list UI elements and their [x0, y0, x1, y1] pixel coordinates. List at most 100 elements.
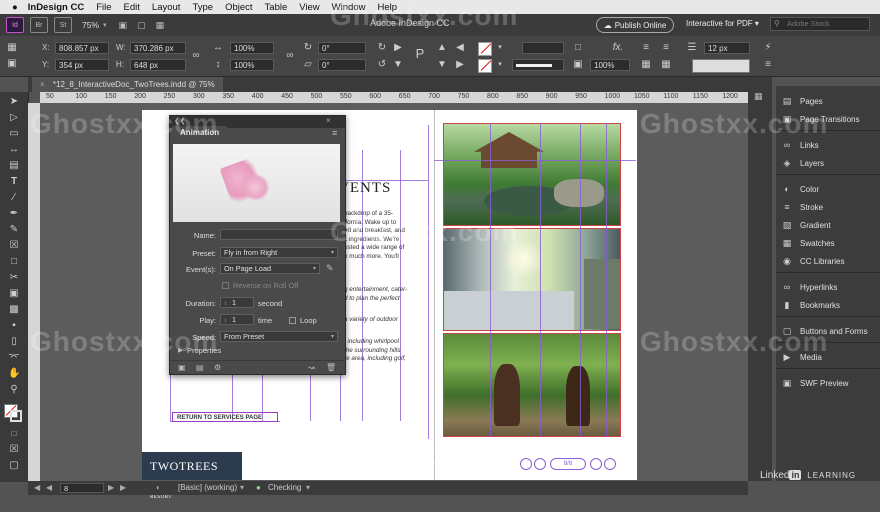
align-left-icon[interactable]: ≡	[640, 42, 652, 54]
first-page-button[interactable]	[520, 458, 532, 470]
flip-vertical-icon[interactable]: ▼	[392, 59, 404, 71]
publish-online-button[interactable]: ☁ Publish Online	[596, 17, 674, 33]
quick-apply-icon[interactable]: ⚡	[762, 42, 774, 54]
scissors-tool-icon[interactable]: ✂	[8, 272, 20, 284]
menu-type[interactable]: Type	[192, 2, 213, 13]
adobe-stock-search-input[interactable]: Adobe Stock	[770, 17, 870, 31]
link-scale-icon[interactable]: ∞	[284, 50, 296, 62]
apply-none-icon[interactable]: ☒	[8, 444, 20, 456]
fill-dropdown-icon[interactable]: ▾	[494, 42, 506, 54]
delete-icon[interactable]: 🗑	[326, 363, 336, 372]
flip-horizontal-icon[interactable]: ▶	[392, 42, 404, 54]
panel-tab-hyperlinks[interactable]: ∞ Hyperlinks	[776, 280, 880, 295]
timing-panel-icon[interactable]: ▤	[196, 363, 204, 372]
menu-table[interactable]: Table	[265, 2, 288, 13]
height-field[interactable]: 648 px	[130, 59, 186, 71]
workspace-switcher[interactable]: Interactive for PDF ▾	[686, 19, 759, 28]
gap-tool-icon[interactable]: ↔	[8, 144, 20, 156]
gradient-swatch-tool-icon[interactable]: ▩	[8, 304, 20, 316]
chevron-down-icon[interactable]: ▾	[306, 483, 310, 492]
scale-y-field[interactable]: 100%	[230, 59, 274, 71]
rectangle-tool-icon[interactable]: □	[8, 256, 20, 268]
photo-horseback-riders[interactable]	[443, 333, 621, 437]
eyedropper-tool-icon[interactable]: ⌤	[8, 352, 20, 364]
x-position-field[interactable]: 808.857 px	[55, 42, 109, 54]
stroke-type-dropdown[interactable]	[512, 59, 564, 71]
apple-menu-icon[interactable]: ●	[12, 2, 18, 13]
close-tab-icon[interactable]: ×	[40, 80, 45, 89]
content-collector-icon[interactable]: ▤	[8, 160, 20, 172]
note-tool-icon[interactable]: ▯	[8, 336, 20, 348]
name-input[interactable]	[220, 229, 338, 240]
rotation-angle-field[interactable]: 0°	[318, 42, 366, 54]
arrange-documents-icon[interactable]: ▦	[156, 20, 165, 31]
panel-tab-layers[interactable]: ◈ Layers	[776, 156, 880, 171]
effects-icon[interactable]: □	[572, 42, 584, 54]
hand-tool-icon[interactable]: ✋	[8, 368, 20, 380]
menu-edit[interactable]: Edit	[124, 2, 140, 13]
gradient-feather-tool-icon[interactable]: ▪	[8, 320, 20, 332]
frame-options-icon[interactable]: ▣	[6, 58, 18, 70]
motion-path-icon[interactable]: ↝	[308, 363, 315, 372]
close-panel-icon[interactable]: ×	[326, 116, 331, 125]
app-menu[interactable]: InDesign CC	[28, 2, 84, 13]
opacity-field[interactable]: 100%	[590, 59, 630, 71]
panel-tab-pages[interactable]: ▤ Pages	[776, 94, 880, 109]
last-page-button[interactable]	[604, 458, 616, 470]
speed-dropdown[interactable]: From Preset ▾	[220, 331, 338, 342]
select-previous-icon[interactable]: ◀	[454, 42, 466, 54]
stroke-swatch[interactable]	[478, 59, 492, 73]
fill-swatch[interactable]	[478, 42, 492, 56]
scale-x-field[interactable]: 100%	[230, 42, 274, 54]
menu-file[interactable]: File	[96, 2, 111, 13]
fx-icon[interactable]: fx.	[612, 42, 624, 54]
rotate-90-ccw-icon[interactable]: ↺	[376, 59, 388, 71]
previous-page-button[interactable]	[534, 458, 546, 470]
panel-tab-swf-preview[interactable]: ▣ SWF Preview	[776, 376, 880, 391]
line-tool-icon[interactable]: ∕	[8, 192, 20, 204]
preflight-profile[interactable]: [Basic] (working)	[178, 483, 237, 492]
convert-to-motion-path-icon[interactable]: ⚙	[214, 363, 221, 372]
stroke-dropdown-icon[interactable]: ▾	[494, 59, 506, 71]
zoom-level[interactable]: 75%	[82, 20, 99, 30]
document-tab[interactable]: × *12_8_InteractiveDoc_TwoTrees.indd @ 7…	[32, 77, 223, 92]
zoom-dropdown-icon[interactable]: ▾	[103, 21, 107, 29]
screen-mode-icon[interactable]: ▢	[137, 20, 146, 31]
preset-dropdown[interactable]: Fly in from Right ▾	[220, 247, 338, 258]
previous-page-nav-icon[interactable]: ◀	[46, 483, 52, 492]
constrain-proportions-icon[interactable]: ∞	[190, 50, 202, 62]
panel-menu-icon[interactable]: ≡	[762, 59, 774, 71]
rectangle-frame-tool-icon[interactable]: ☒	[8, 240, 20, 252]
menu-object[interactable]: Object	[225, 2, 252, 13]
stroke-weight-field[interactable]	[522, 42, 564, 54]
shear-angle-field[interactable]: 0°	[318, 59, 366, 71]
zoom-tool-icon[interactable]: ⚲	[8, 384, 20, 396]
events-dropdown[interactable]: On Page Load ▾	[220, 263, 320, 274]
selection-tool-icon[interactable]: ➤	[8, 96, 20, 108]
bridge-button[interactable]: Br	[30, 17, 48, 33]
stock-button[interactable]: St	[54, 17, 72, 33]
type-tool-icon[interactable]: T	[8, 176, 20, 188]
text-wrap-icon[interactable]: ▦	[640, 59, 652, 71]
pencil-tool-icon[interactable]: ✎	[8, 224, 20, 236]
panel-tab-swatches[interactable]: ▦ Swatches	[776, 236, 880, 251]
menu-layout[interactable]: Layout	[152, 2, 181, 13]
width-field[interactable]: 370.286 px	[130, 42, 186, 54]
page-number-field[interactable]: 8	[60, 483, 104, 493]
effects-shadow-icon[interactable]: ▣	[572, 59, 584, 71]
select-next-icon[interactable]: ▶	[454, 59, 466, 71]
next-page-nav-icon[interactable]: ▶	[108, 483, 114, 492]
last-page-nav-icon[interactable]: ▶	[120, 483, 126, 492]
rotate-90-cw-icon[interactable]: ↻	[376, 42, 388, 54]
loop-checkbox[interactable]	[289, 317, 296, 324]
duration-stepper[interactable]: ↕ 1	[220, 297, 254, 308]
menu-view[interactable]: View	[299, 2, 319, 13]
view-options-icon[interactable]: ▣	[119, 20, 128, 31]
pen-tool-icon[interactable]: ✒	[8, 208, 20, 220]
panel-tab-links[interactable]: ∞ Links	[776, 138, 880, 153]
return-to-services-button[interactable]: RETURN TO SERVICES PAGE	[172, 412, 278, 422]
panel-tab-bookmarks[interactable]: ▮ Bookmarks	[776, 298, 880, 313]
direct-selection-tool-icon[interactable]: ▷	[8, 112, 20, 124]
y-position-field[interactable]: 354 px	[55, 59, 109, 71]
panel-tab-cc-libraries[interactable]: ◉ CC Libraries	[776, 254, 880, 269]
